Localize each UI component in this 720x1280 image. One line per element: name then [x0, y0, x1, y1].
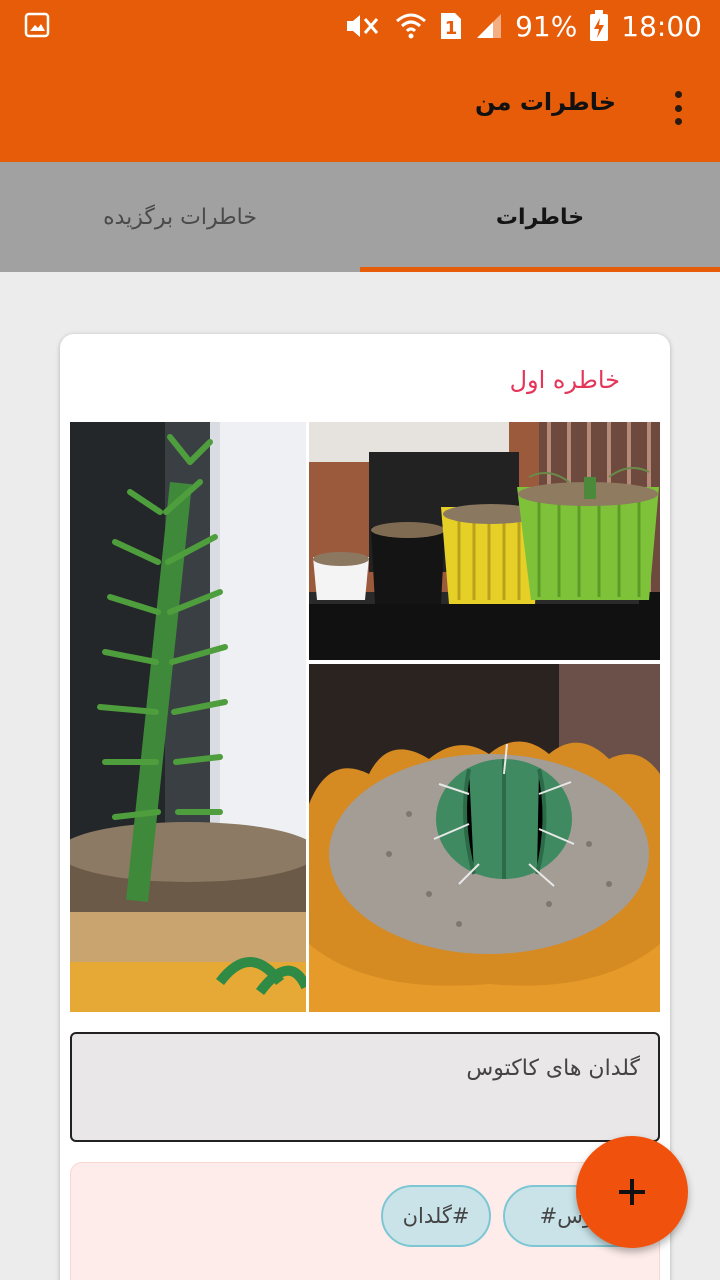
tab-selected-indicator — [360, 267, 720, 272]
overflow-menu-icon[interactable] — [666, 88, 690, 128]
memory-title: خاطره اول — [509, 366, 620, 394]
signal-icon — [475, 12, 503, 40]
memory-card[interactable]: خاطره اول گلدان های کاکتوس #گلدان — [60, 334, 670, 1280]
page-title: خاطرات من — [475, 88, 616, 116]
mute-icon — [343, 11, 383, 41]
memory-description: گلدان های کاکتوس — [466, 1056, 640, 1081]
app-toolbar: خاطرات من — [0, 52, 720, 162]
battery-charging-icon — [589, 10, 609, 42]
tag-list: کاکتوس# #گلدان — [70, 1162, 663, 1280]
sim-icon: 1 — [439, 11, 463, 41]
round-cactus-photo[interactable] — [309, 664, 660, 1012]
wifi-icon — [395, 11, 427, 41]
sim-slot-number: 1 — [445, 18, 458, 39]
photo-grid — [70, 422, 660, 1012]
gallery-notification-icon — [24, 12, 50, 38]
tab-memories[interactable]: خاطرات — [360, 162, 720, 272]
status-bar: 1 91% 18:00 — [0, 0, 720, 52]
tab-favorite-memories[interactable]: خاطرات برگزیده — [0, 162, 360, 272]
plus-icon — [619, 1179, 645, 1205]
potted-cacti-row-photo[interactable] — [309, 422, 660, 660]
memory-description-field[interactable]: گلدان های کاکتوس — [70, 1032, 660, 1142]
clock: 18:00 — [621, 9, 702, 43]
add-memory-button[interactable] — [576, 1136, 688, 1248]
battery-percent: 91% — [515, 9, 578, 43]
tab-bar: خاطرات خاطرات برگزیده — [0, 162, 720, 272]
tall-cactus-photo[interactable] — [70, 422, 306, 1012]
tag-chip[interactable]: #گلدان — [381, 1185, 491, 1247]
